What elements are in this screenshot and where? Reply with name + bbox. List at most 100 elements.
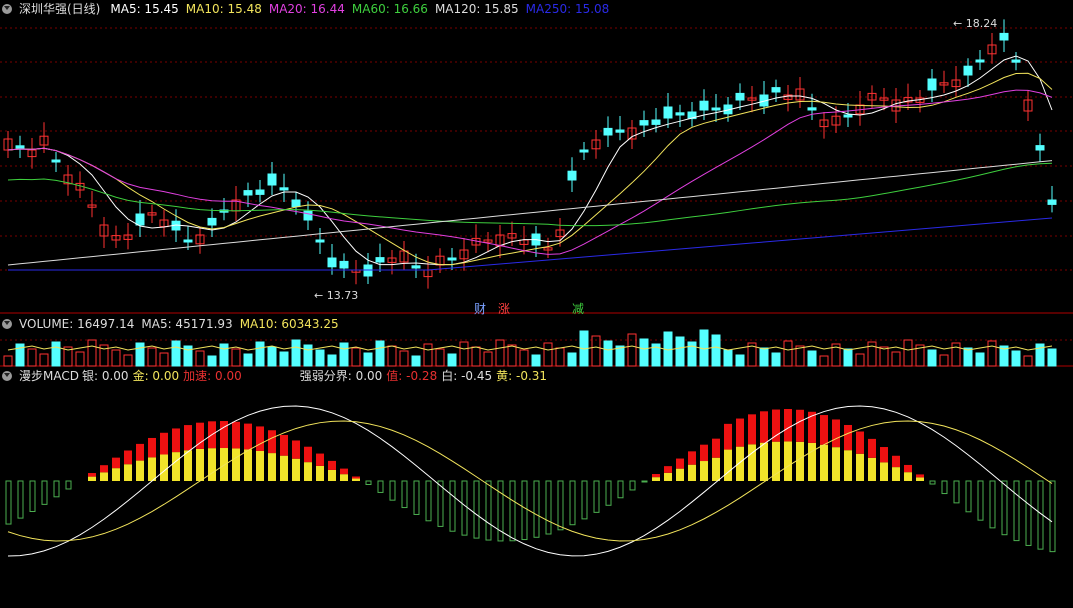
ma60-line	[7, 162, 1053, 227]
candle	[735, 92, 745, 101]
volume-bar	[363, 352, 373, 367]
volume-bar	[975, 352, 985, 367]
macd-bar-accel	[244, 423, 252, 450]
volume-bar	[219, 343, 229, 367]
macd-bar-positive	[220, 448, 228, 481]
event-marker-cai[interactable]: 财	[474, 300, 486, 317]
macd-value: 值: -0.28	[386, 369, 438, 383]
macd-bar-negative	[617, 480, 624, 499]
candle	[663, 106, 673, 119]
price-header: 深圳华强(日线) MA5: 15.45 MA10: 15.48 MA20: 16.44…	[0, 1, 616, 17]
volume-bar	[987, 340, 997, 367]
ma-label-250: MA250: 15.08	[525, 2, 610, 16]
macd-bar-accel	[352, 476, 360, 479]
candle	[303, 210, 313, 221]
volume-bar	[1023, 355, 1033, 367]
macd-bar-positive	[844, 450, 852, 481]
candle	[51, 159, 61, 163]
macd-bar-negative	[581, 480, 588, 520]
macd-bar-accel	[784, 409, 792, 442]
macd-silver: 银: 0.00	[81, 369, 129, 383]
volume-bar	[111, 349, 121, 367]
macd-bar-negative	[593, 480, 600, 513]
volume-bar	[855, 353, 865, 367]
macd-bar-positive	[760, 442, 768, 481]
macd-bar-negative	[605, 480, 612, 506]
volume-bar	[483, 351, 493, 367]
macd-bar-accel	[916, 474, 924, 478]
volume-ma10-label: MA10: 60343.25	[239, 317, 339, 331]
macd-bar-positive	[184, 450, 192, 481]
volume-bar	[135, 342, 145, 367]
volume-bar	[507, 344, 517, 367]
macd-bar-negative	[17, 480, 24, 519]
volume-bar	[387, 345, 397, 367]
macd-boundary: 强弱分界: 0.00	[299, 369, 383, 383]
volume-bar	[171, 340, 181, 367]
macd-bar-positive	[724, 449, 732, 481]
macd-bar-accel	[904, 464, 912, 473]
macd-bar-negative	[53, 480, 60, 498]
event-marker-jian[interactable]: 减	[572, 300, 584, 317]
macd-bar-positive	[160, 454, 168, 481]
macd-header: 漫步MACD 银: 0.00 金: 0.00 加速: 0.00 强弱分界: 0.00 值:…	[0, 368, 554, 384]
macd-bar-negative	[545, 480, 552, 535]
macd-bar-accel	[820, 415, 828, 445]
volume-bar	[627, 333, 637, 367]
macd-bar-accel	[316, 453, 324, 466]
ma-label-20: MA20: 16.44	[268, 2, 345, 16]
macd-bar-negative	[413, 480, 420, 515]
candle	[603, 127, 613, 136]
macd-bar-positive	[796, 441, 804, 481]
macd-bar-positive	[244, 449, 252, 481]
macd-bar-positive	[232, 448, 240, 481]
macd-bar-accel	[676, 458, 684, 469]
volume-bar	[819, 355, 829, 367]
macd-bar-accel	[304, 446, 312, 463]
candle	[675, 112, 685, 116]
macd-bar-positive	[328, 469, 336, 481]
macd-bar-accel	[280, 434, 288, 456]
volume-bar	[279, 351, 289, 367]
macd-bar-positive	[688, 464, 696, 481]
volume-bar	[567, 352, 577, 367]
volume-bar	[255, 341, 265, 367]
macd-bar-negative	[5, 480, 12, 525]
macd-bar-negative	[1025, 480, 1032, 546]
macd-bar-accel	[724, 423, 732, 450]
event-marker-zhang[interactable]: 涨	[498, 300, 510, 317]
dropdown-icon[interactable]	[2, 319, 12, 329]
macd-bar-negative	[629, 480, 636, 491]
macd-bar-positive	[112, 468, 120, 481]
candle	[135, 213, 145, 226]
candle	[999, 32, 1009, 41]
macd-bar-negative	[473, 480, 480, 539]
volume-bar	[291, 339, 301, 367]
macd-bar-positive	[808, 442, 816, 481]
macd-bar-positive	[148, 457, 156, 481]
volume-bar	[243, 353, 253, 367]
macd-bar-accel	[340, 468, 348, 475]
macd-bar-positive	[664, 472, 672, 481]
macd-bar-negative	[365, 480, 372, 486]
dropdown-icon[interactable]	[2, 4, 12, 14]
macd-bar-negative	[1049, 480, 1056, 553]
volume-bar	[603, 340, 613, 367]
candle	[1011, 59, 1021, 63]
macd-bar-positive	[700, 461, 708, 481]
stock-name: 深圳华强(日线)	[19, 2, 101, 16]
stock-chart-canvas[interactable]	[0, 0, 1073, 608]
macd-bar-positive	[868, 457, 876, 481]
macd-bar-negative	[989, 480, 996, 529]
macd-bar-positive	[136, 460, 144, 481]
volume-bar	[759, 347, 769, 367]
macd-bar-negative	[569, 480, 576, 526]
ma-label-10: MA10: 15.48	[185, 2, 262, 16]
volume-bar	[735, 354, 745, 367]
volume-bar	[315, 349, 325, 367]
volume-bar	[435, 348, 445, 367]
volume-bar	[39, 353, 49, 367]
macd-bar-accel	[172, 428, 180, 453]
macd-bar-negative	[449, 480, 456, 532]
dropdown-icon[interactable]	[2, 371, 12, 381]
